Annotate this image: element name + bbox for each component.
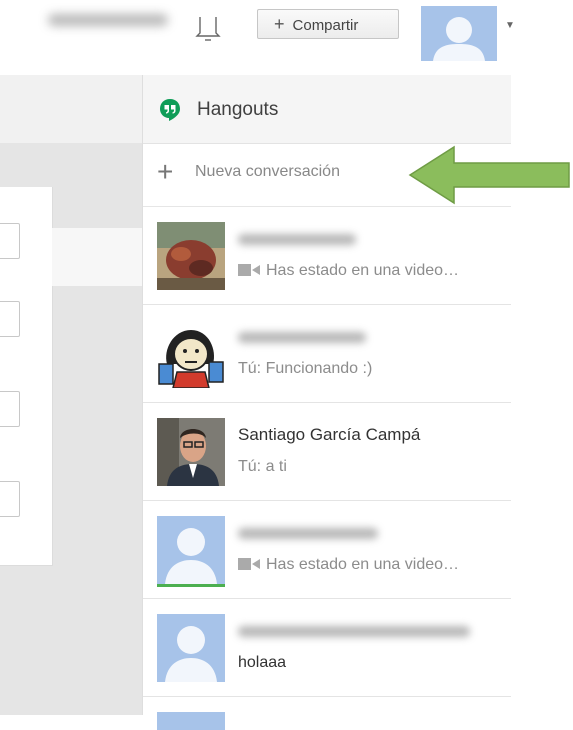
left-control[interactable] [0, 223, 20, 259]
conversation-item[interactable]: holaaa [143, 599, 511, 697]
avatar [157, 222, 225, 290]
conversation-item[interactable]: Tú: Funcionando :) [143, 305, 511, 403]
left-header-area [0, 75, 142, 143]
conversation-item[interactable] [143, 697, 511, 730]
blurred-contact-name [238, 234, 356, 245]
conversation-message: holaaa [238, 654, 287, 671]
bell-icon[interactable] [191, 9, 225, 45]
video-camera-icon [238, 557, 260, 570]
hangouts-logo-icon [160, 99, 180, 121]
hangouts-title: Hangouts [197, 99, 279, 120]
plus-icon: + [274, 14, 285, 34]
avatar [157, 516, 225, 584]
share-label: Compartir [292, 17, 359, 34]
blurred-contact-name [238, 528, 378, 539]
left-control[interactable] [0, 391, 20, 427]
blurred-contact-name [238, 626, 470, 637]
top-bar: + Compartir ▼ [0, 0, 573, 75]
online-indicator [157, 584, 225, 587]
conversation-item[interactable]: Has estado en una video… [143, 207, 511, 305]
hangouts-header[interactable]: Hangouts [143, 75, 511, 144]
blurred-account-name [48, 14, 168, 26]
conversation-message: Tú: Funcionando :) [238, 360, 373, 377]
left-card-highlight [52, 228, 142, 286]
conversation-message: Has estado en una video… [238, 262, 459, 280]
default-avatar-icon [157, 614, 225, 682]
avatar [157, 418, 225, 486]
conversation-message: Tú: a ti [238, 458, 287, 475]
new-conversation-label: Nueva conversación [195, 163, 340, 180]
contact-name: Santiago García Campá [238, 425, 421, 444]
left-control[interactable] [0, 301, 20, 337]
plus-icon: + [157, 156, 174, 187]
default-avatar-icon [157, 516, 225, 584]
arrow-annotation-icon [408, 145, 570, 205]
default-avatar-icon [421, 6, 497, 61]
avatar [157, 614, 225, 682]
left-control[interactable] [0, 481, 20, 517]
video-camera-icon [238, 263, 260, 276]
conversation-item[interactable]: Has estado en una video… [143, 501, 511, 599]
blurred-contact-name [238, 332, 366, 343]
share-button[interactable]: + Compartir [257, 9, 399, 39]
conversation-item[interactable]: Santiago García Campá Tú: a ti [143, 403, 511, 501]
avatar [157, 320, 225, 388]
chevron-down-icon[interactable]: ▼ [505, 20, 515, 31]
conversation-message: Has estado en una video… [238, 556, 459, 574]
account-avatar[interactable] [421, 6, 497, 61]
left-card [0, 187, 53, 566]
